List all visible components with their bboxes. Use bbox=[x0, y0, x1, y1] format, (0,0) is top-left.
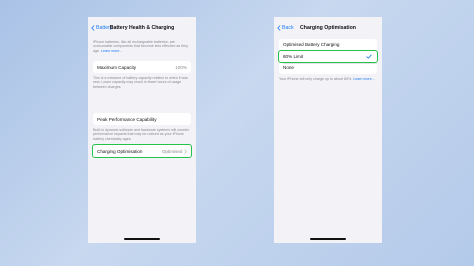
nav-bar: Back Charging Optimisation bbox=[274, 23, 382, 33]
page-title: Battery Health & Charging bbox=[109, 25, 175, 31]
intro-caption: iPhone batteries, like all rechargeable … bbox=[93, 40, 191, 53]
peak-caption: Built-in dynamic software and hardware s… bbox=[93, 128, 190, 141]
charging-optimisation-value: Optimised bbox=[161, 148, 183, 154]
home-indicator bbox=[124, 238, 160, 240]
charging-optimisation-label: Charging Optimisation bbox=[97, 148, 143, 154]
divider bbox=[283, 62, 377, 64]
chevron-right-icon bbox=[184, 148, 187, 154]
home-indicator bbox=[310, 238, 346, 240]
checkmark-icon bbox=[366, 54, 372, 59]
option-none[interactable]: None bbox=[283, 65, 373, 70]
option-optimised-battery-charging[interactable]: Optimised Battery Charging bbox=[283, 42, 373, 47]
charging-optimisation-screen: Back Charging Optimisation Optimised Bat… bbox=[274, 17, 382, 243]
learn-more-link[interactable]: Learn more... bbox=[101, 49, 122, 53]
max-capacity-label: Maximum Capacity bbox=[97, 64, 137, 70]
peak-performance-card: Peak Performance Capability bbox=[93, 113, 191, 125]
peak-performance-label: Peak Performance Capability bbox=[97, 116, 157, 122]
option-label: Optimised Battery Charging bbox=[283, 42, 340, 47]
max-capacity-card: Maximum Capacity 100% bbox=[93, 61, 191, 73]
learn-more-link[interactable]: Learn more... bbox=[353, 77, 374, 81]
charging-options-list: Optimised Battery Charging 80% Limit Non… bbox=[278, 39, 378, 74]
page-title: Charging Optimisation bbox=[300, 25, 356, 31]
nav-bar: Battery Battery Health & Charging bbox=[88, 23, 196, 33]
option-caption: Your iPhone will only charge up to about… bbox=[279, 77, 377, 81]
charging-optimisation-row[interactable]: Charging Optimisation Optimised bbox=[92, 144, 192, 158]
option-caption-text: Your iPhone will only charge up to about… bbox=[279, 77, 353, 81]
battery-health-screen: Battery Battery Health & Charging iPhone… bbox=[88, 17, 196, 243]
option-label: None bbox=[283, 65, 294, 70]
option-80-percent-limit[interactable]: 80% Limit bbox=[278, 50, 378, 63]
capacity-caption: This is a measure of battery capacity re… bbox=[93, 76, 188, 89]
option-label: 80% Limit bbox=[283, 54, 304, 59]
max-capacity-value: 100% bbox=[175, 64, 187, 70]
